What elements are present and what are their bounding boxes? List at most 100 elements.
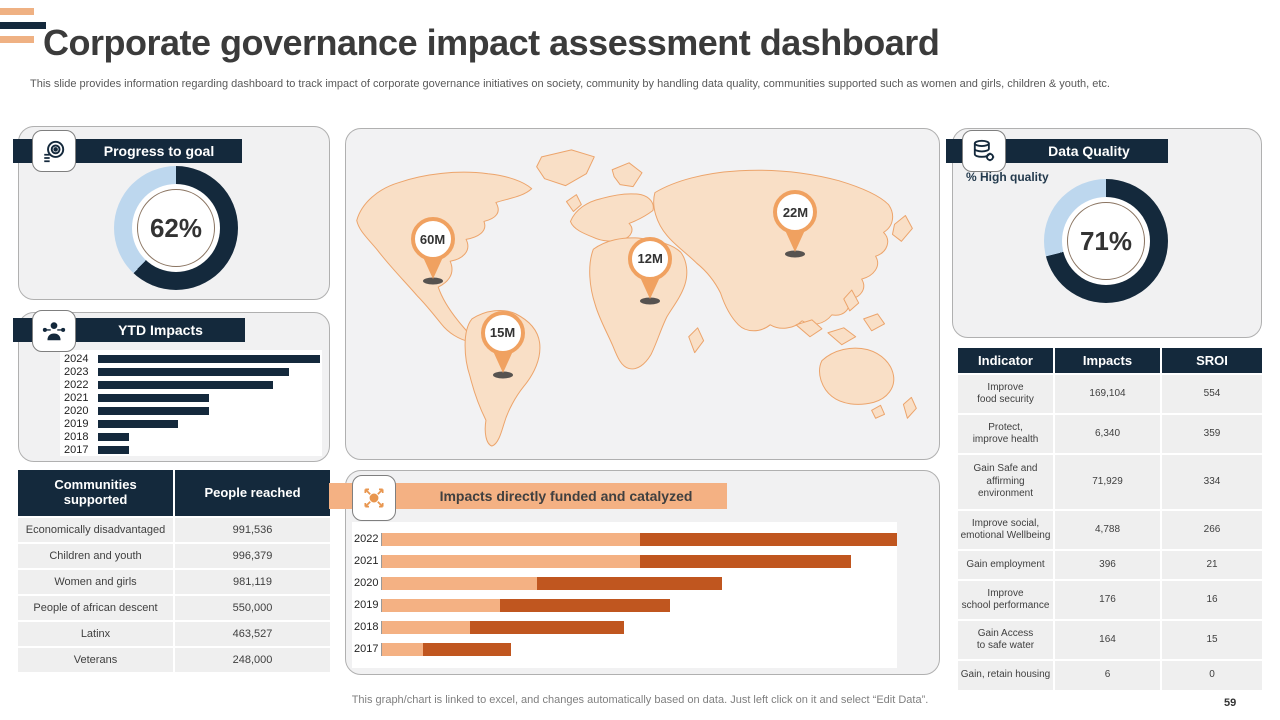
community-label: Latinx [18,622,173,646]
sroi-value: 359 [1162,415,1262,453]
sroi-value: 21 [1162,551,1262,579]
funded-chart-row: 2020 [352,572,897,594]
funded-bar-track [381,577,897,590]
progress-percent: 62% [150,213,202,244]
impacts-value: 6 [1055,661,1160,690]
ytd-bar-2021 [98,394,209,402]
ytd-year-label: 2024 [64,353,98,365]
funded-year-label: 2020 [352,577,381,589]
table-row: Economically disadvantaged991,536 [18,518,330,542]
column-header: SROI [1162,348,1262,373]
communities-table-header: Communities supportedPeople reached [18,470,330,516]
funded-segment-2017 [382,643,423,656]
indicator-table-header: IndicatorImpactsSROI [958,348,1262,373]
funded-chart-row: 2019 [352,594,897,616]
ytd-chart-row: 2023 [64,365,320,378]
funded-bar-track [381,533,897,546]
ytd-bar-track [98,433,320,441]
impacts-value: 164 [1055,621,1160,659]
communities-supported-table[interactable]: Communities supportedPeople reachedEcono… [18,470,330,672]
table-row: Women and girls981,119 [18,570,330,594]
quality-donut-chart[interactable]: 71% [1044,179,1168,303]
ytd-bar-2018 [98,433,129,441]
footer-note: This graph/chart is linked to excel, and… [0,694,1280,706]
deco-bar-top [0,8,34,15]
indicator-label: Gain Safe and affirming environment [958,455,1053,509]
indicator-label: Improve food security [958,375,1053,413]
funded-segment-2021 [382,555,640,568]
deco-bar-bottom [0,36,34,43]
quality-percent: 71% [1080,226,1132,257]
ytd-year-label: 2021 [64,392,98,404]
catalyzed-segment-2022 [640,533,898,546]
progress-title: Progress to goal [104,143,214,159]
impacts-value: 71,929 [1055,455,1160,509]
table-row: Improve food security169,104554 [958,375,1262,413]
progress-donut-chart[interactable]: 62% [114,166,238,290]
funded-segment-2018 [382,621,470,634]
ytd-chart-row: 2024 [64,352,320,365]
impact-arrows-icon [352,475,396,521]
funded-chart-row: 2018 [352,616,897,638]
ytd-chart-row: 2021 [64,391,320,404]
ytd-title: YTD Impacts [118,322,203,338]
sroi-value: 15 [1162,621,1262,659]
community-label: Women and girls [18,570,173,594]
indicator-table[interactable]: IndicatorImpactsSROIImprove food securit… [958,348,1262,690]
indicator-label: Gain Access to safe water [958,621,1053,659]
funded-stacked-bar-chart[interactable]: 2022 2021 2020 2019 2018 2017 [352,522,897,668]
map-pin-north-america[interactable]: 60M [409,217,457,281]
map-pin-asia[interactable]: 22M [771,190,819,254]
ytd-chart-row: 2018 [64,430,320,443]
table-row: Gain Safe and affirming environment71,92… [958,455,1262,509]
funded-segment-2022 [382,533,640,546]
funded-bar-track [381,643,897,656]
world-map-card[interactable]: 60M 15M 12M 22M [345,128,940,460]
funded-year-label: 2017 [352,643,381,655]
impacts-value: 6,340 [1055,415,1160,453]
table-row: People of african descent550,000 [18,596,330,620]
ytd-year-label: 2018 [64,431,98,443]
funded-year-label: 2022 [352,533,381,545]
ytd-year-label: 2022 [64,379,98,391]
people-reached-value: 550,000 [175,596,330,620]
community-label: Economically disadvantaged [18,518,173,542]
map-pin-africa[interactable]: 12M [626,237,674,301]
funded-bar-track [381,555,897,568]
funded-title: Impacts directly funded and catalyzed [440,488,693,504]
sroi-value: 554 [1162,375,1262,413]
ytd-bar-2024 [98,355,320,363]
map-pin-layer: 60M 15M 12M 22M [346,129,939,459]
table-row: Children and youth996,379 [18,544,330,568]
ytd-bar-track [98,420,320,428]
people-reached-value: 463,527 [175,622,330,646]
table-row: Veterans248,000 [18,648,330,672]
ytd-bar-track [98,394,320,402]
map-pin-south-america[interactable]: 15M [479,311,527,375]
catalyzed-segment-2019 [500,599,670,612]
funded-year-label: 2018 [352,621,381,633]
sroi-value: 0 [1162,661,1262,690]
community-label: Children and youth [18,544,173,568]
people-reached-value: 248,000 [175,648,330,672]
indicator-label: Gain employment [958,551,1053,579]
map-pin-value: 22M [773,190,817,234]
table-row: Latinx463,527 [18,622,330,646]
database-gear-icon [962,130,1006,172]
funded-chart-row: 2021 [352,550,897,572]
community-label: People of african descent [18,596,173,620]
ytd-bar-2022 [98,381,273,389]
indicator-label: Improve social, emotional Wellbeing [958,511,1053,549]
indicator-label: Improve school performance [958,581,1053,619]
donut-center: 62% [137,189,215,267]
impacts-value: 169,104 [1055,375,1160,413]
funded-header: Impacts directly funded and catalyzed [345,483,727,509]
page-title: Corporate governance impact assessment d… [43,22,939,64]
slide-subtitle: This slide provides information regardin… [30,78,1140,90]
ytd-bar-chart[interactable]: 20242023202220212020201920182017 [60,350,322,456]
indicator-label: Gain, retain housing [958,661,1053,690]
funded-year-label: 2019 [352,599,381,611]
donut-center: 71% [1067,202,1145,280]
column-header: Communities supported [18,470,173,516]
impacts-value: 176 [1055,581,1160,619]
